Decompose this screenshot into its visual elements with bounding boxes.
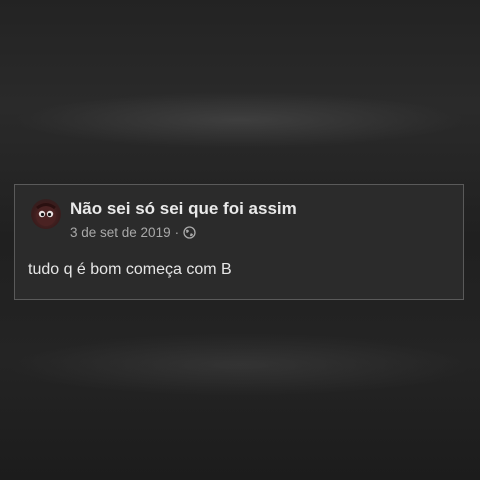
author-name[interactable]: Não sei só sei que foi assim: [70, 199, 297, 219]
post-card: Não sei só sei que foi assim 3 de set de…: [14, 184, 464, 300]
globe-icon: [183, 226, 196, 239]
post-meta: 3 de set de 2019 ·: [70, 225, 196, 240]
avatar[interactable]: [31, 199, 61, 229]
meta-separator: ·: [174, 225, 180, 240]
post-text: tudo q é bom começa com B: [28, 261, 232, 278]
post-date[interactable]: 3 de set de 2019: [70, 225, 171, 240]
page: Não sei só sei que foi assim 3 de set de…: [0, 0, 480, 480]
avatar-image: [36, 203, 56, 226]
